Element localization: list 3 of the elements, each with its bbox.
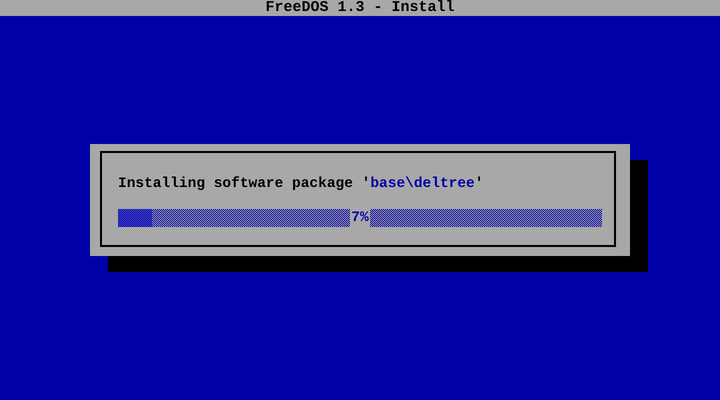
status-message: Installing software package 'base\deltree' (118, 175, 484, 193)
progress-percent: 7% (350, 209, 370, 227)
window-title: FreeDOS 1.3 - Install (265, 0, 455, 16)
